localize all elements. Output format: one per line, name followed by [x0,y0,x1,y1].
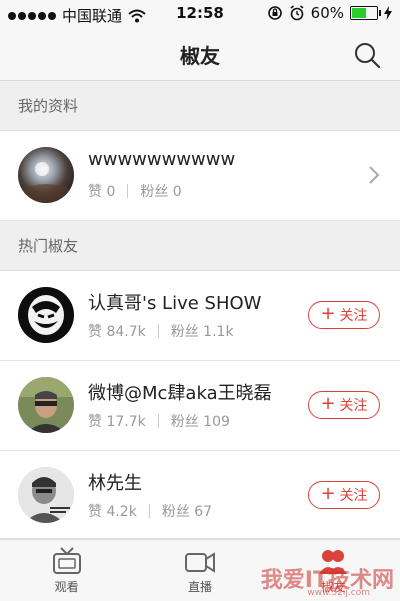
alarm-icon [290,5,304,21]
friend-avatar [18,467,74,523]
friend-row[interactable]: 微博@Mc肆aka王晓磊 赞 17.7k 粉丝 109 + 关注 [0,361,400,451]
my-stats: 赞 0 粉丝 0 [88,181,182,201]
watermark-url: www.52ij.com [307,588,370,598]
plus-icon: + [320,393,336,414]
friend-likes: 赞 17.7k [88,414,146,430]
friend-avatar [18,377,74,433]
friend-stats: 赞 84.7k 粉丝 1.1k [88,321,234,341]
search-icon[interactable] [352,40,382,70]
hot-friends-header: 热门椒友 [0,221,400,271]
friend-row[interactable]: 认真哥's Live SHOW 赞 84.7k 粉丝 1.1k + 关注 [0,271,400,361]
friend-likes: 赞 84.7k [88,324,146,340]
chevron-right-icon [369,166,380,184]
my-name: wwwwwwwwww [88,149,236,170]
friend-name: 林先生 [88,473,142,494]
tab-live[interactable]: 直播 [133,540,266,601]
plus-icon: + [320,483,336,504]
friend-name: 微博@Mc肆aka王晓磊 [88,383,272,404]
friend-fans: 粉丝 1.1k [170,324,234,340]
friend-fans: 粉丝 109 [170,414,230,430]
my-profile-row[interactable]: wwwwwwwwww 赞 0 粉丝 0 [0,131,400,221]
my-profile-header: 我的资料 [0,81,400,131]
stat-divider [157,414,159,428]
friend-likes: 赞 4.2k [88,504,137,520]
my-avatar [18,147,74,203]
stat-divider [157,324,159,338]
friend-row[interactable]: 林先生 赞 4.2k 粉丝 67 + 关注 [0,451,400,539]
plus-icon: + [320,303,336,324]
page-title: 椒友 [180,44,220,68]
status-bar: 中国联通 12:58 60% [0,0,400,28]
follow-label: 关注 [339,308,368,324]
status-right: 60% [267,4,392,22]
tab-label: 观看 [54,580,79,594]
tab-label: 直播 [187,580,212,594]
stat-divider [148,504,150,518]
my-likes: 赞 0 [88,184,116,200]
follow-button[interactable]: + 关注 [308,301,380,329]
follow-button[interactable]: + 关注 [308,481,380,509]
nav-bar: 椒友 [0,28,400,81]
rotation-lock-icon [267,6,282,20]
stat-divider [127,184,129,198]
charging-icon [384,6,392,20]
battery-fill [352,8,366,18]
battery-icon [350,6,381,20]
follow-label: 关注 [339,398,368,414]
friend-stats: 赞 4.2k 粉丝 67 [88,501,212,521]
follow-button[interactable]: + 关注 [308,391,380,419]
tab-watch[interactable]: 观看 [0,540,133,601]
friend-fans: 粉丝 67 [161,504,213,520]
friend-avatar [18,287,74,343]
follow-label: 关注 [339,488,368,504]
friend-name: 认真哥's Live SHOW [88,293,262,314]
camera-icon [184,552,215,573]
tv-icon [52,547,81,574]
friend-stats: 赞 17.7k 粉丝 109 [88,411,230,431]
battery-percent: 60% [310,4,344,22]
my-fans: 粉丝 0 [140,184,182,200]
